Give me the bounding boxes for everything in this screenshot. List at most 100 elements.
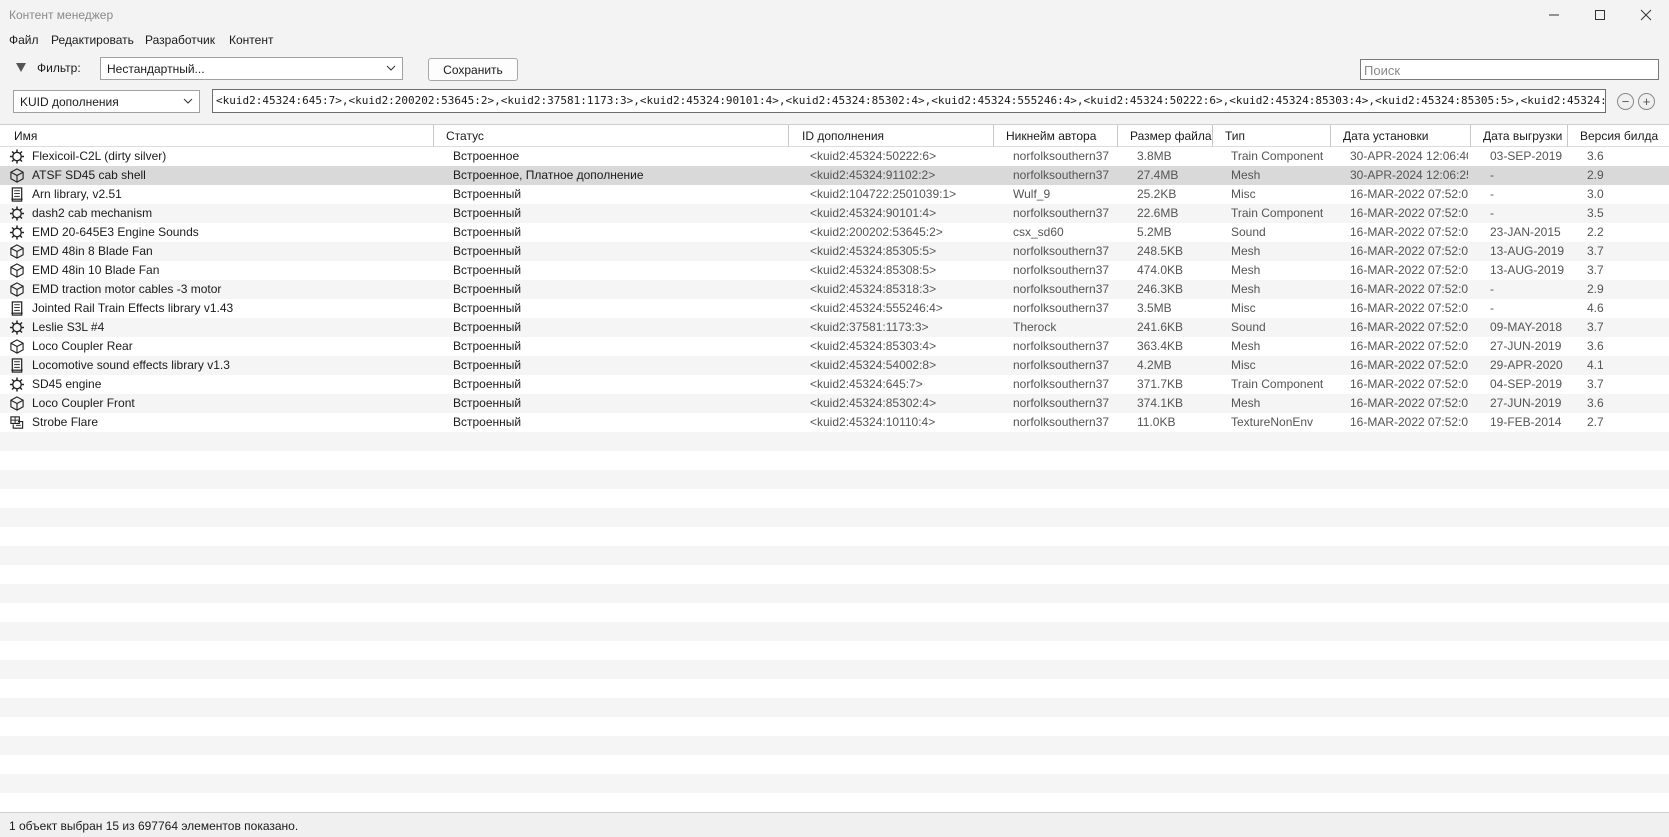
column-header-name[interactable]: Имя — [14, 129, 37, 143]
cell-status: Встроенный — [453, 396, 522, 410]
empty-row — [0, 489, 1669, 508]
cell-build: 2.2 — [1587, 225, 1604, 239]
cell-type: Train Component — [1231, 377, 1324, 391]
gear-icon — [9, 206, 25, 221]
column-separator[interactable] — [1117, 125, 1118, 147]
cell-name: EMD traction motor cables -3 motor — [32, 282, 222, 296]
table-row[interactable]: EMD 48in 8 Blade Fan Встроенный <kuid2:453… — [0, 242, 1669, 261]
column-separator[interactable] — [993, 125, 994, 147]
maximize-button[interactable] — [1577, 0, 1623, 30]
empty-row — [0, 698, 1669, 717]
table-row[interactable]: Leslie S3L #4 Встроенный <kuid2:37581:1173… — [0, 318, 1669, 337]
cell-status: Встроенный — [453, 263, 522, 277]
column-separator[interactable] — [788, 125, 789, 147]
empty-row — [0, 660, 1669, 679]
cell-author: norfolksouthern37 — [1013, 301, 1110, 315]
cell-id: <kuid2:45324:50222:6> — [810, 149, 937, 163]
kuid-field-select[interactable]: KUID дополнения — [13, 90, 200, 113]
cell-build: 3.7 — [1587, 377, 1604, 391]
cell-name: dash2 cab mechanism — [32, 206, 153, 220]
cell-status: Встроенный — [453, 187, 522, 201]
cell-build: 3.0 — [1587, 187, 1604, 201]
empty-row — [0, 793, 1669, 812]
add-condition-button[interactable]: + — [1638, 93, 1655, 110]
column-header-uploaded[interactable]: Дата выгрузки — [1483, 129, 1562, 143]
minimize-button[interactable] — [1531, 0, 1577, 30]
filter-row: Фильтр: Нестандартный... Сохранить Поиск — [0, 55, 1669, 83]
column-separator[interactable] — [1330, 125, 1331, 147]
save-filter-button[interactable]: Сохранить — [428, 58, 518, 81]
empty-row — [0, 432, 1669, 451]
cell-id: <kuid2:45324:85303:4> — [810, 339, 937, 353]
cell-uploaded: 13-AUG-2019 — [1490, 244, 1565, 258]
cell-name: Flexicoil-C2L (dirty silver) — [32, 149, 167, 163]
table-body: Flexicoil-C2L (dirty silver) Встроенное <k… — [0, 147, 1669, 812]
close-button[interactable] — [1623, 0, 1669, 30]
cell-build: 3.6 — [1587, 149, 1604, 163]
column-separator[interactable] — [1567, 125, 1568, 147]
cell-author: norfolksouthern37 — [1013, 396, 1110, 410]
column-header-build[interactable]: Версия билда — [1580, 129, 1658, 143]
cube-icon — [9, 244, 25, 259]
table-row[interactable]: EMD 20-645E3 Engine Sounds Встроенный <kui… — [0, 223, 1669, 242]
kuid-list-input[interactable]: <kuid2:45324:645:7>,<kuid2:200202:53645:… — [212, 89, 1606, 113]
cell-id: <kuid2:45324:555246:4> — [810, 301, 943, 315]
table-row[interactable]: Jointed Rail Train Effects library v1.43… — [0, 299, 1669, 318]
column-header-installed[interactable]: Дата установки — [1343, 129, 1428, 143]
search-input[interactable]: Поиск — [1360, 59, 1659, 80]
cell-type: Misc — [1231, 187, 1256, 201]
table-row[interactable]: Locomotive sound effects library v1.3 Вст… — [0, 356, 1669, 375]
table-row[interactable]: EMD traction motor cables -3 motor Встрое… — [0, 280, 1669, 299]
cell-id: <kuid2:45324:645:7> — [810, 377, 923, 391]
cell-author: norfolksouthern37 — [1013, 339, 1110, 353]
close-icon — [1640, 9, 1652, 21]
table-row[interactable]: SD45 engine Встроенный <kuid2:45324:645:7>… — [0, 375, 1669, 394]
column-header-type[interactable]: Тип — [1225, 129, 1245, 143]
empty-row — [0, 679, 1669, 698]
cell-id: <kuid2:45324:54002:8> — [810, 358, 937, 372]
table-row[interactable]: Loco Coupler Rear Встроенный <kuid2:45324:… — [0, 337, 1669, 356]
table-row[interactable]: ATSF SD45 cab shell Встроенное, Платное д… — [0, 166, 1669, 185]
filter-select-value: Нестандартный... — [107, 62, 205, 76]
menu-file[interactable]: Файл — [9, 33, 39, 47]
menu-developer[interactable]: Разработчик — [145, 33, 215, 47]
column-header-author[interactable]: Никнейм автора — [1006, 129, 1096, 143]
filter-select[interactable]: Нестандартный... — [100, 57, 403, 80]
cell-type: Misc — [1231, 358, 1256, 372]
column-header-size[interactable]: Размер файла — [1130, 129, 1212, 143]
window-title: Контент менеджер — [9, 8, 114, 22]
cell-name: Loco Coupler Front — [32, 396, 135, 410]
cell-installed: 16-MAR-2022 07:52:09 — [1350, 358, 1468, 372]
cell-author: norfolksouthern37 — [1013, 358, 1110, 372]
menu-content[interactable]: Контент — [229, 33, 273, 47]
cell-installed: 16-MAR-2022 07:52:09 — [1350, 339, 1468, 353]
menu-edit[interactable]: Редактировать — [51, 33, 134, 47]
column-header-status[interactable]: Статус — [446, 129, 484, 143]
cell-status: Встроенный — [453, 415, 522, 429]
column-separator[interactable] — [433, 125, 434, 147]
cell-type: TextureNonEnv — [1231, 415, 1314, 429]
table-row[interactable]: dash2 cab mechanism Встроенный <kuid2:4532… — [0, 204, 1669, 223]
cell-uploaded: 03-SEP-2019 — [1490, 149, 1563, 163]
table-row[interactable]: EMD 48in 10 Blade Fan Встроенный <kuid2:45… — [0, 261, 1669, 280]
cell-status: Встроенный — [453, 301, 522, 315]
table-row[interactable]: Strobe Flare Встроенный <kuid2:45324:10110… — [0, 413, 1669, 432]
column-separator[interactable] — [1212, 125, 1213, 147]
remove-condition-button[interactable]: − — [1617, 93, 1634, 110]
cell-name: EMD 48in 10 Blade Fan — [32, 263, 160, 277]
cell-installed: 16-MAR-2022 07:52:09 — [1350, 263, 1468, 277]
column-separator[interactable] — [1470, 125, 1471, 147]
cell-id: <kuid2:45324:85302:4> — [810, 396, 937, 410]
cell-name: SD45 engine — [32, 377, 102, 391]
cell-uploaded: - — [1490, 206, 1494, 220]
cell-installed: 16-MAR-2022 07:52:09 — [1350, 225, 1468, 239]
table-row[interactable]: Loco Coupler Front Встроенный <kuid2:45324… — [0, 394, 1669, 413]
collapse-filter-icon[interactable] — [16, 63, 26, 72]
column-header-id[interactable]: ID дополнения — [802, 129, 884, 143]
table-row[interactable]: Arn library, v2.51 Встроенный <kuid2:10472… — [0, 185, 1669, 204]
library-icon — [9, 358, 25, 373]
cell-build: 3.5 — [1587, 206, 1604, 220]
table-row[interactable]: Flexicoil-C2L (dirty silver) Встроенное <k… — [0, 147, 1669, 166]
cube-icon — [9, 168, 25, 183]
cell-size: 246.3KB — [1137, 282, 1184, 296]
